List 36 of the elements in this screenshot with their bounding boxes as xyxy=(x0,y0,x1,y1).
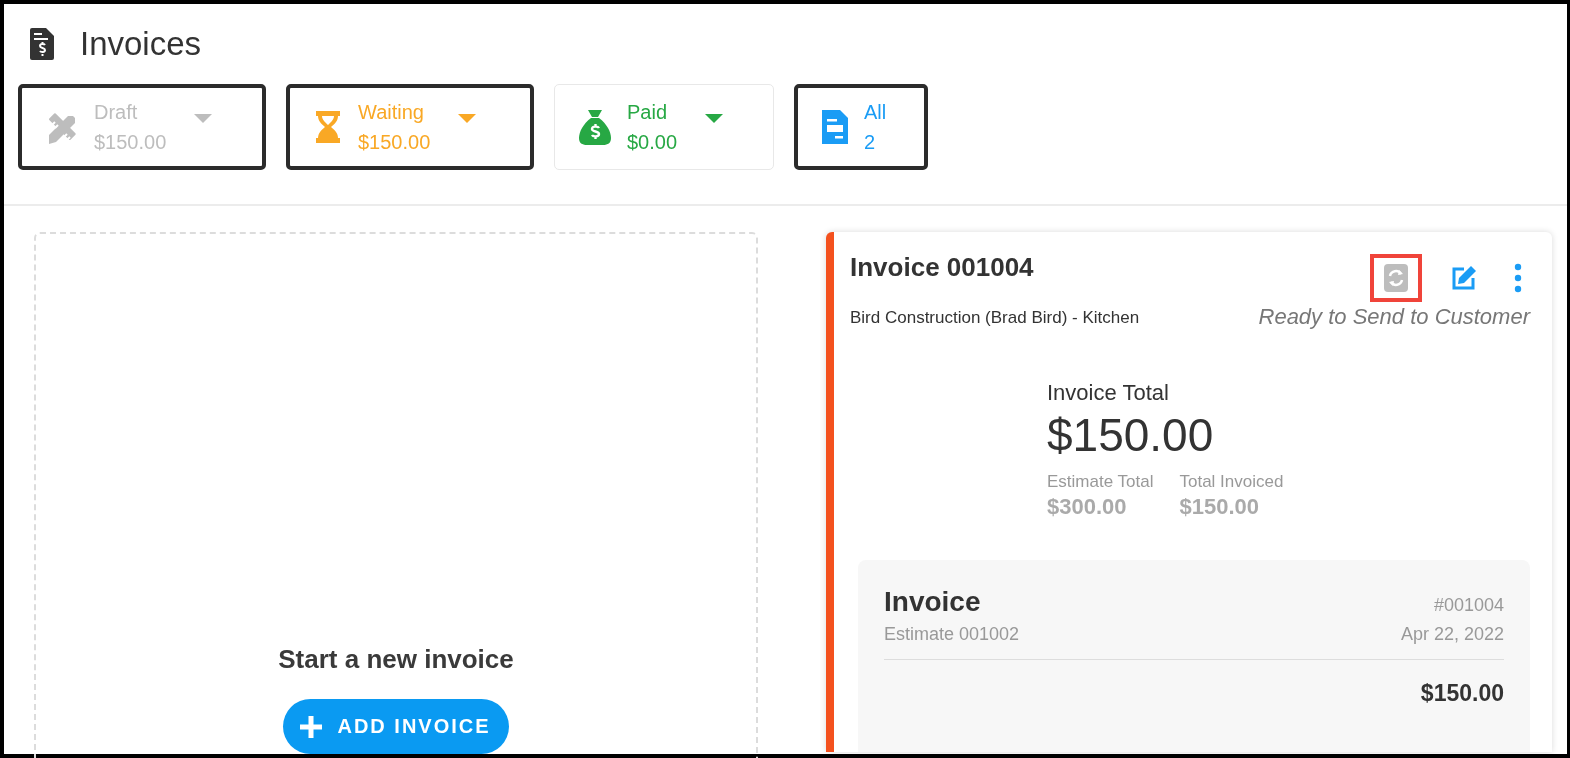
total-label: Invoice Total xyxy=(1047,380,1170,406)
invoice-status: Ready to Send to Customer xyxy=(1258,304,1530,330)
more-icon[interactable] xyxy=(1514,263,1522,293)
filter-chip[interactable]: Waiting $150.00 xyxy=(286,84,534,170)
total-amount: $150.00 xyxy=(1047,408,1215,462)
document-title: Invoice xyxy=(884,586,981,618)
invoice-document-icon xyxy=(30,28,54,60)
total-invoiced-label: Total Invoiced xyxy=(1179,472,1284,492)
money-bag-icon xyxy=(577,108,613,146)
estimate-total-amount: $300.00 xyxy=(1047,494,1128,520)
filter-amount: 2 xyxy=(864,130,877,154)
filter-chip[interactable]: All 2 xyxy=(794,84,928,170)
sync-icon[interactable] xyxy=(1382,263,1410,293)
edit-icon[interactable] xyxy=(1450,264,1478,292)
estimate-total-label: Estimate Total xyxy=(1047,472,1154,492)
source-estimate: Estimate 001002 xyxy=(884,624,1020,645)
add-invoice-button[interactable]: ADD INVOICE xyxy=(283,699,509,754)
document-icon xyxy=(820,108,850,146)
page-title: Invoices xyxy=(80,25,202,63)
invoice-title: Invoice 001004 xyxy=(850,252,1034,283)
customer-name: Bird Construction (Brad Bird) - Kitchen xyxy=(850,307,1141,329)
invoice-amount: $150.00 xyxy=(1419,680,1504,707)
filter-amount: $150.00 xyxy=(358,130,431,154)
filter-label: Paid xyxy=(627,100,669,124)
plus-icon xyxy=(299,714,324,739)
filter-label: Draft xyxy=(94,100,139,124)
invoice-number: #001004 xyxy=(1433,595,1504,616)
filter-chip[interactable]: Paid $0.00 xyxy=(554,84,774,170)
total-invoiced-amount: $150.00 xyxy=(1179,494,1260,520)
new-invoice-heading: Start a new invoice xyxy=(278,644,514,675)
invoice-date: Apr 22, 2022 xyxy=(1400,624,1504,645)
filter-label: Waiting xyxy=(358,100,425,124)
filter-label: All xyxy=(864,100,887,124)
filter-amount: $0.00 xyxy=(627,130,678,154)
filter-chip[interactable]: Draft $150.00 xyxy=(18,84,266,170)
filter-amount: $150.00 xyxy=(94,130,167,154)
